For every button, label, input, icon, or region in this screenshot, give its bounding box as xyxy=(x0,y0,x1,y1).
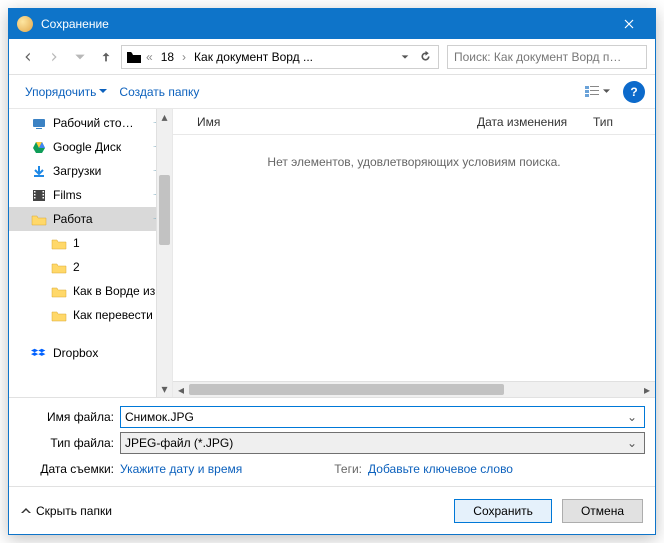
folder-icon xyxy=(51,236,67,250)
tree-item-label: 1 xyxy=(73,236,166,250)
column-headers: Имя Дата изменения Тип xyxy=(173,109,655,135)
tree-item-3[interactable]: Films📌 xyxy=(9,183,172,207)
gdrive-icon xyxy=(31,140,47,154)
tree-item-0[interactable]: Рабочий сто…📌 xyxy=(9,111,172,135)
search-input[interactable]: Поиск: Как документ Ворд п… xyxy=(447,45,647,69)
close-icon xyxy=(624,19,634,29)
back-button[interactable] xyxy=(17,46,39,68)
tree-item-9[interactable]: Dropbox xyxy=(9,341,172,365)
refresh-button[interactable] xyxy=(416,48,434,66)
tree-item-label: Работа xyxy=(53,212,148,226)
filetype-select[interactable]: JPEG-файл (*.JPG) ⌄ xyxy=(120,432,645,454)
hide-folders-button[interactable]: Скрыть папки xyxy=(21,504,112,518)
app-icon xyxy=(17,16,33,32)
new-folder-button[interactable]: Создать папку xyxy=(113,81,205,103)
toolbar: Упорядочить Создать папку ? xyxy=(9,75,655,109)
desktop-icon xyxy=(31,116,47,130)
empty-message: Нет элементов, удовлетворяющих условиям … xyxy=(173,135,655,381)
horizontal-scrollbar[interactable]: ◂ ▸ xyxy=(173,381,655,397)
folder-tree: Рабочий сто…📌Google Диск📌Загрузки📌Films📌… xyxy=(9,109,173,397)
history-dropdown[interactable] xyxy=(69,46,91,68)
chevron-down-icon xyxy=(99,89,107,94)
tree-item-4[interactable]: Работа📌 xyxy=(9,207,172,231)
form-area: Имя файла: Снимок.JPG ⌄ Тип файла: JPEG-… xyxy=(9,397,655,486)
folder-icon xyxy=(51,260,67,274)
organize-button[interactable]: Упорядочить xyxy=(19,81,113,103)
column-date[interactable]: Дата изменения xyxy=(469,111,585,133)
downloads-icon xyxy=(31,164,47,178)
tree-item-6[interactable]: 2 xyxy=(9,255,172,279)
footer: Скрыть папки Сохранить Отмена xyxy=(9,486,655,534)
breadcrumb-sep: « xyxy=(144,50,155,64)
column-type[interactable]: Тип xyxy=(585,111,635,133)
nav-bar: « 18 › Как документ Ворд ... Поиск: Как … xyxy=(9,39,655,75)
meta-tags-link[interactable]: Добавьте ключевое слово xyxy=(368,462,513,476)
save-dialog: Сохранение « 18 › Как документ Ворд ... … xyxy=(8,8,656,535)
meta-date-link[interactable]: Укажите дату и время xyxy=(120,462,242,476)
folder-icon xyxy=(126,50,142,64)
up-button[interactable] xyxy=(95,46,117,68)
sidebar-scrollbar[interactable]: ▴ ▾ xyxy=(156,109,172,397)
tree-item-label: Как перевести т xyxy=(73,308,166,322)
chevron-down-icon xyxy=(603,89,610,94)
tree-item-7[interactable]: Как в Ворде изм xyxy=(9,279,172,303)
scroll-thumb[interactable] xyxy=(159,175,170,245)
tree-item-label: Films xyxy=(53,188,148,202)
chevron-down-icon[interactable]: ⌄ xyxy=(624,410,640,424)
chevron-up-icon xyxy=(21,508,31,514)
filetype-label: Тип файла: xyxy=(19,436,114,450)
filename-input[interactable]: Снимок.JPG ⌄ xyxy=(120,406,645,428)
tree-item-label: 2 xyxy=(73,260,166,274)
tree-item-1[interactable]: Google Диск📌 xyxy=(9,135,172,159)
view-options-button[interactable] xyxy=(579,82,615,102)
tree-item-2[interactable]: Загрузки📌 xyxy=(9,159,172,183)
content-area: Рабочий сто…📌Google Диск📌Загрузки📌Films📌… xyxy=(9,109,655,397)
column-name[interactable]: Имя xyxy=(189,111,469,133)
hscroll-thumb[interactable] xyxy=(189,384,504,395)
titlebar: Сохранение xyxy=(9,9,655,39)
meta-tags-label: Теги: xyxy=(334,462,362,476)
view-icon xyxy=(584,85,600,99)
address-bar[interactable]: « 18 › Как документ Ворд ... xyxy=(121,45,439,69)
window-title: Сохранение xyxy=(41,17,607,31)
close-button[interactable] xyxy=(607,9,651,39)
chevron-down-icon[interactable]: ⌄ xyxy=(624,436,640,450)
tree-item-label: Dropbox xyxy=(53,346,166,360)
folder-icon xyxy=(31,212,47,226)
cancel-button[interactable]: Отмена xyxy=(562,499,643,523)
save-button[interactable]: Сохранить xyxy=(454,499,552,523)
breadcrumb-0[interactable]: 18 xyxy=(157,48,178,66)
tree-item-5[interactable]: 1 xyxy=(9,231,172,255)
folder-icon xyxy=(51,284,67,298)
scroll-up-button[interactable]: ▴ xyxy=(157,109,172,125)
tree-item-label: Google Диск xyxy=(53,140,148,154)
filename-label: Имя файла: xyxy=(19,410,114,424)
scroll-down-button[interactable]: ▾ xyxy=(157,381,172,397)
tree-item-label: Рабочий сто… xyxy=(53,116,148,130)
meta-date-label: Дата съемки: xyxy=(19,462,114,476)
film-icon xyxy=(31,188,47,202)
chevron-right-icon: › xyxy=(180,50,188,64)
tree-item-8[interactable]: Как перевести т xyxy=(9,303,172,327)
search-placeholder: Поиск: Как документ Ворд п… xyxy=(454,50,621,64)
tree-item-label: Загрузки xyxy=(53,164,148,178)
breadcrumb-1[interactable]: Как документ Ворд ... xyxy=(190,48,317,66)
file-list: Имя Дата изменения Тип Нет элементов, уд… xyxy=(173,109,655,397)
scroll-left-button[interactable]: ◂ xyxy=(173,382,189,398)
dropbox-icon xyxy=(31,346,47,360)
forward-button[interactable] xyxy=(43,46,65,68)
scroll-right-button[interactable]: ▸ xyxy=(639,382,655,398)
tree-item-label: Как в Ворде изм xyxy=(73,284,166,298)
address-dropdown[interactable] xyxy=(396,48,414,66)
folder-icon xyxy=(51,308,67,322)
help-button[interactable]: ? xyxy=(623,81,645,103)
